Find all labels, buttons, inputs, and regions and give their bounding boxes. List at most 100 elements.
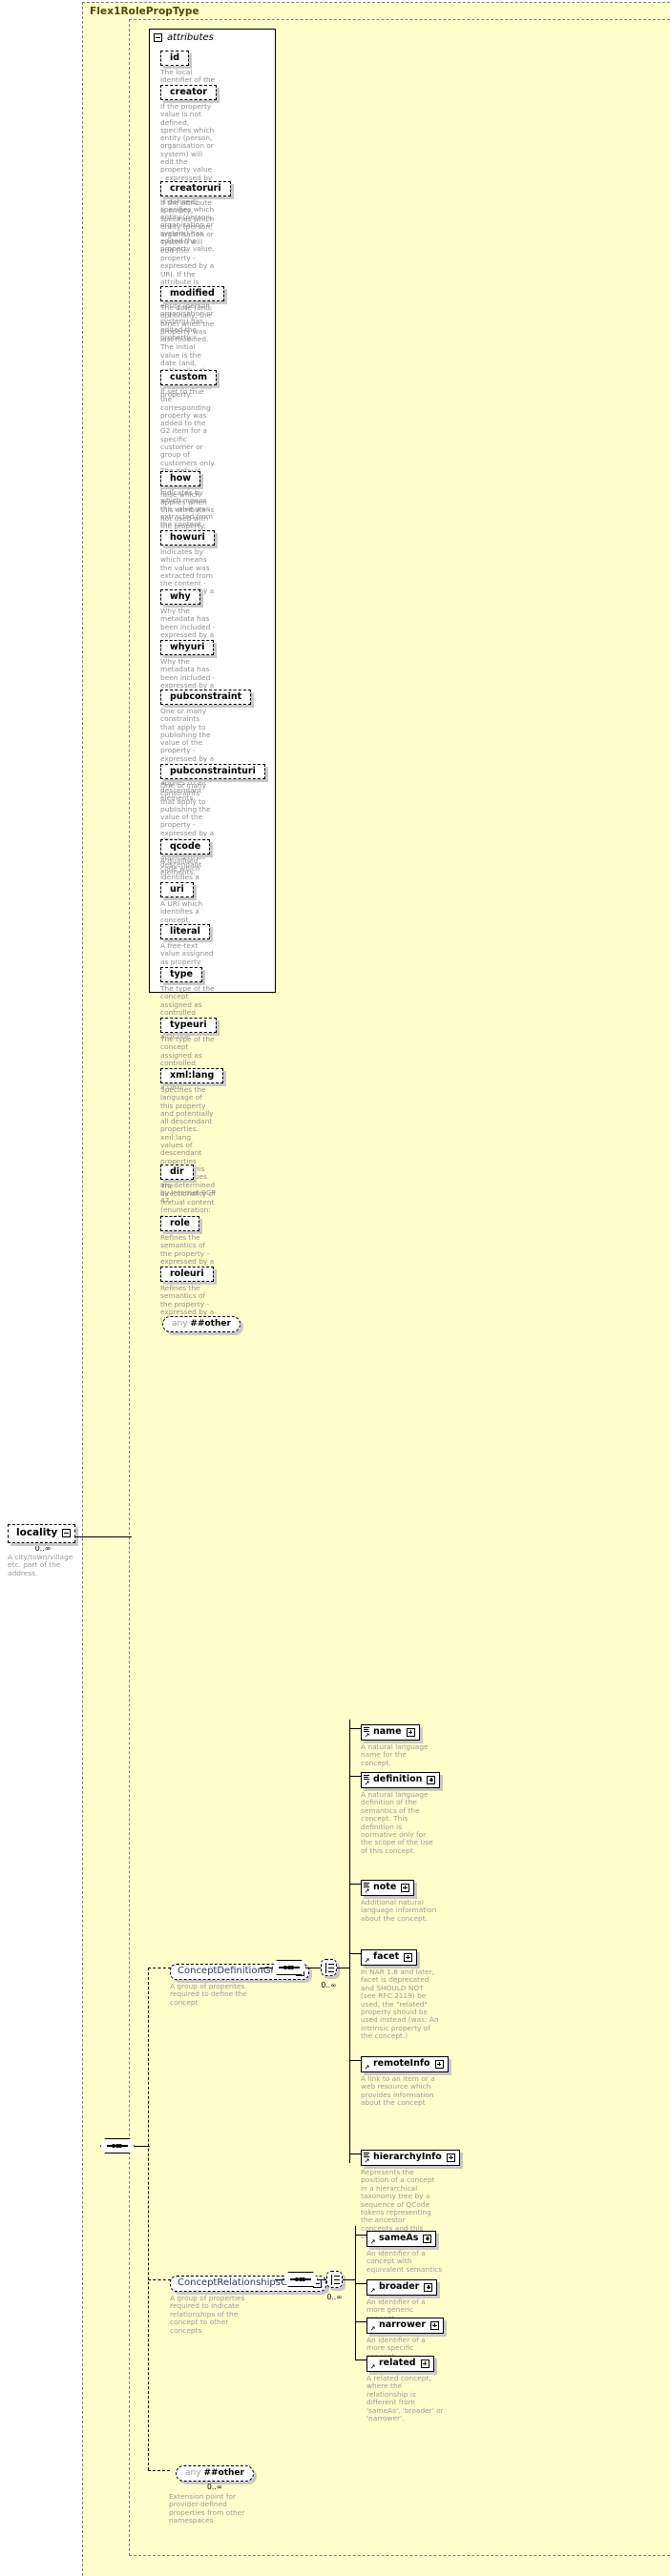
attribute-name[interactable]: typeuri (160, 1018, 217, 1033)
element-type-icon (364, 1774, 369, 1780)
element-box[interactable]: ↗ facet (361, 1949, 418, 1966)
element-label: definition (373, 1774, 423, 1784)
element-definition[interactable]: ↗ definition A natural language definiti… (361, 1767, 441, 1855)
attribute-name[interactable]: howuri (160, 530, 215, 546)
conceptdefinitiongroup-choice[interactable]: 0..∞ (321, 1959, 337, 1989)
element-label: facet (373, 1951, 400, 1962)
element-ref-icon: ↗ (364, 2063, 370, 2071)
connector-cdg-branch-spine (349, 1720, 351, 2163)
attributes-tab[interactable]: attributes (154, 32, 214, 43)
expand-icon[interactable] (401, 1883, 410, 1892)
element-ref-icon: ↗ (369, 2362, 376, 2371)
element-description: In NAR 1.8 and later, facet is deprecate… (361, 1968, 439, 2041)
attribute-name[interactable]: id (160, 51, 190, 66)
locality-label: locality (16, 1527, 58, 1538)
conceptrelationshipsgroup-choice[interactable]: 0..∞ (326, 2271, 343, 2301)
element-name[interactable]: ↗ name A natural language name for the c… (361, 1720, 439, 1767)
element-remoteinfo[interactable]: ↗ remoteInfo A link to an item or a web … (361, 2051, 449, 2108)
element-ref-icon: ↗ (369, 2237, 376, 2246)
attribute-name[interactable]: roleuri (160, 1267, 214, 1282)
any-description: Extension point for provider-defined pro… (169, 2492, 245, 2525)
expand-icon[interactable] (404, 1952, 413, 1962)
choice-icon[interactable] (326, 2271, 343, 2288)
element-type-icon (364, 2152, 369, 2157)
schema-diagram-canvas: Flex1RolePropType attributes id The loca… (0, 0, 670, 2576)
attribute-name[interactable]: dir (160, 1164, 194, 1180)
element-box[interactable]: ↗ broader (366, 2279, 438, 2296)
conceptrelationshipsgroup-sequence[interactable] (283, 2272, 318, 2287)
group-description: A group of properites required to define… (170, 1982, 247, 2007)
expand-icon[interactable] (429, 2320, 439, 2330)
element-box[interactable]: ↗ sameAs (366, 2231, 437, 2247)
attributes-label: attributes (167, 32, 214, 43)
attribute-name[interactable]: creatoruri (160, 181, 231, 196)
connector-crg-seq (275, 2279, 284, 2281)
element-description: A link to an item or a web resource whic… (361, 2074, 435, 2108)
attribute-name[interactable]: role (160, 1216, 199, 1231)
attribute-name[interactable]: modified (160, 286, 224, 301)
attribute-name[interactable]: uri (160, 882, 194, 897)
attribute-any-other[interactable]: any ##other (162, 1311, 241, 1332)
content-sequence-compositor[interactable] (100, 2138, 135, 2154)
element-box[interactable]: ↗ hierarchyInfo (361, 2150, 460, 2166)
attribute-name[interactable]: type (160, 967, 202, 982)
element-ref-icon: ↗ (364, 2156, 370, 2165)
collapse-icon[interactable] (154, 33, 162, 42)
attribute-name[interactable]: custom (160, 370, 218, 385)
element-description: An identifier of a concept with equivale… (366, 2249, 443, 2274)
element-box[interactable]: ↗ remoteInfo (361, 2056, 449, 2072)
other-label: ##other (203, 2468, 244, 2478)
content-any-other[interactable]: any ##other 0..∞ Extension point for pro… (169, 2461, 261, 2525)
expand-icon[interactable] (406, 1727, 415, 1737)
element-label: hierarchyInfo (373, 2152, 442, 2162)
any-label: any (185, 2468, 201, 2478)
root-element-locality[interactable]: locality 0..∞ A city/town/village etc. p… (8, 1521, 84, 1577)
complextype-title: Flex1RolePropType (90, 6, 199, 17)
attribute-name[interactable]: why (160, 589, 200, 605)
expand-icon[interactable] (420, 2359, 429, 2368)
attribute-name[interactable]: qcode (160, 839, 211, 855)
connector-to-conceptrelationshipsgroup (148, 2279, 171, 2280)
element-description: Additional natural language information … (361, 1898, 437, 1923)
attribute-name[interactable]: xml:lang (160, 1068, 224, 1083)
element-label: related (379, 2358, 416, 2368)
attribute-name[interactable]: pubconstrainturi (160, 764, 265, 779)
element-box[interactable]: ↗ name (361, 1724, 420, 1741)
element-ref-icon: ↗ (364, 1731, 370, 1740)
attribute-uri[interactable]: uri A URI which identifies a concept. (160, 877, 216, 924)
attribute-name[interactable]: literal (160, 924, 210, 939)
expand-icon[interactable] (446, 2153, 455, 2162)
choice-cardinality: 0..∞ (321, 1981, 337, 1989)
locality-box[interactable]: locality (8, 1524, 76, 1543)
element-box[interactable]: ↗ definition (361, 1772, 441, 1788)
attribute-name[interactable]: pubconstraint (160, 690, 252, 705)
locality-cardinality: 0..∞ (34, 1544, 52, 1553)
any-other-pill[interactable]: any ##other (176, 2465, 254, 2482)
attribute-name[interactable]: how (160, 471, 201, 486)
any-other-pill[interactable]: any ##other (162, 1316, 241, 1332)
element-box[interactable]: ↗ related (366, 2356, 434, 2372)
collapse-icon[interactable] (62, 1529, 72, 1537)
expand-icon[interactable] (427, 1775, 436, 1784)
connector-crg-branch-spine (355, 2226, 357, 2360)
attribute-name[interactable]: whyuri (160, 640, 215, 655)
element-note[interactable]: ↗ note Additional natural language infor… (361, 1875, 439, 1923)
element-sameas[interactable]: ↗ sameAs An identifier of a concept with… (366, 2226, 445, 2274)
element-label: narrower (379, 2319, 426, 2330)
expand-icon[interactable] (424, 2282, 433, 2292)
element-description: A related concept, where the relationshi… (366, 2374, 444, 2423)
element-label: note (373, 1882, 397, 1892)
element-box[interactable]: ↗ note (361, 1880, 415, 1896)
element-label: name (373, 1726, 402, 1737)
element-related[interactable]: ↗ related A related concept, where the r… (366, 2351, 445, 2422)
attribute-name[interactable]: creator (160, 85, 217, 100)
element-label: sameAs (379, 2233, 419, 2243)
element-facet[interactable]: ↗ facet In NAR 1.8 and later, facet is d… (361, 1945, 439, 2041)
element-label: remoteInfo (373, 2058, 430, 2069)
conceptdefinitiongroup-sequence[interactable] (272, 1960, 306, 1975)
expand-icon[interactable] (423, 2234, 432, 2243)
element-type-icon (364, 1882, 369, 1887)
element-box[interactable]: ↗ narrower (366, 2318, 444, 2334)
expand-icon[interactable] (434, 2059, 444, 2069)
choice-icon[interactable] (321, 1959, 337, 1976)
